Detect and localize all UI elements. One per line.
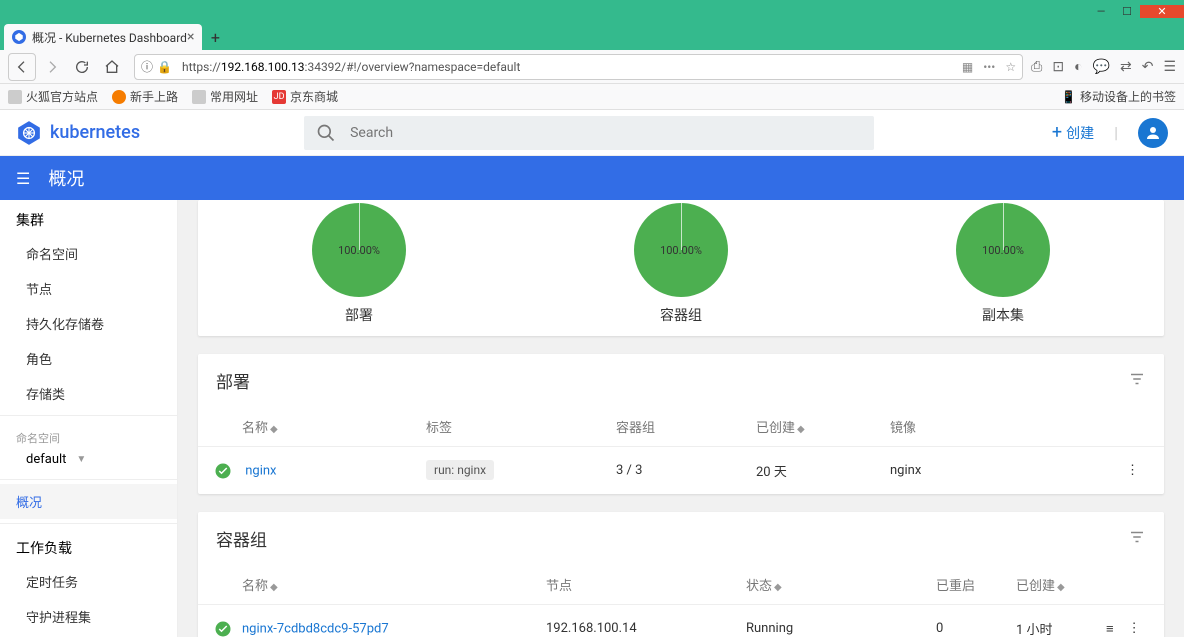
pods-card: 容器组 名称◆ 节点 状态◆ 已重启 已创建◆ nginx-7cdbd8cdc9… — [198, 512, 1164, 637]
tab-title: 概况 - Kubernetes Dashboard — [32, 29, 187, 46]
pie-pods: 100.00% 容器组 — [634, 203, 728, 325]
pie-deployments: 100.00% 部署 — [312, 203, 406, 325]
mobile-bookmarks[interactable]: 📱移动设备上的书签 — [1061, 88, 1176, 105]
status-charts: 100.00% 部署 100.00% 容器组 100.00% 副本集 — [198, 200, 1164, 336]
plus-icon: + — [1052, 122, 1062, 143]
brand-text: kubernetes — [50, 122, 140, 143]
browser-right-buttons: ⎙ ⊡ ◐ 💬 ⇄ ↶ ☰ — [1031, 58, 1176, 75]
bookmarks-bar: 火狐官方站点 新手上路 常用网址 JD京东商城 📱移动设备上的书签 — [0, 84, 1184, 110]
create-button[interactable]: + 创建 — [1052, 122, 1094, 143]
status-ok-icon — [214, 620, 232, 637]
browser-navbar: ⓘ 🔒 https://192.168.100.13:34392/#!/over… — [0, 50, 1184, 84]
sidebar-item-cronjobs[interactable]: 定时任务 — [0, 564, 177, 599]
pie-replicasets: 100.00% 副本集 — [956, 203, 1050, 325]
sidebar-item-nodes[interactable]: 节点 — [0, 271, 177, 306]
bookmark-item[interactable]: 常用网址 — [192, 88, 258, 105]
link-icon[interactable]: ⇄ — [1120, 59, 1132, 75]
bookmark-star-icon[interactable]: ☆ — [1005, 60, 1016, 74]
divider: | — [1114, 123, 1118, 142]
chevron-down-icon: ▼ — [76, 454, 86, 465]
filter-icon[interactable] — [1128, 370, 1146, 392]
app-header: kubernetes + 创建 | — [0, 110, 1184, 156]
new-tab-button[interactable]: + — [202, 24, 228, 50]
url-bar[interactable]: ⓘ 🔒 https://192.168.100.13:34392/#!/over… — [134, 54, 1023, 80]
sidebar-section-cluster[interactable]: 集群 — [0, 200, 177, 236]
info-icon: ⓘ — [141, 58, 153, 75]
back-button[interactable] — [8, 53, 36, 81]
card-title: 容器组 — [216, 526, 267, 551]
sidebar-item-storageclass[interactable]: 存储类 — [0, 376, 177, 411]
filter-icon[interactable] — [1128, 528, 1146, 550]
kubernetes-wheel-icon — [16, 120, 42, 146]
sidebar-ns-label: 命名空间 — [0, 420, 177, 448]
logs-icon[interactable]: ≡ — [1106, 621, 1114, 637]
search-input[interactable] — [350, 125, 862, 141]
status-ok-icon — [214, 462, 232, 480]
sidebar-item-pv[interactable]: 持久化存储卷 — [0, 306, 177, 341]
deployment-link[interactable]: nginx — [245, 463, 276, 478]
person-icon — [1144, 124, 1162, 142]
library-icon[interactable]: ⎙ — [1031, 59, 1042, 75]
namespace-selector[interactable]: default ▼ — [0, 448, 177, 475]
browser-tabs: 概况 - Kubernetes Dashboard × + — [0, 22, 1184, 50]
chat-icon[interactable]: 💬 — [1093, 59, 1110, 75]
card-title: 部署 — [216, 368, 250, 393]
more-icon[interactable]: ••• — [983, 60, 995, 74]
account-avatar[interactable] — [1138, 118, 1168, 148]
pod-link[interactable]: nginx-7cdbd8cdc9-57pd7 — [242, 621, 389, 636]
bookmark-item[interactable]: 新手上路 — [112, 88, 178, 105]
kubernetes-logo[interactable]: kubernetes — [16, 120, 140, 146]
minimize-button[interactable]: — — [1088, 5, 1114, 18]
search-icon — [316, 123, 336, 143]
sidebar-item-daemonsets[interactable]: 守护进程集 — [0, 599, 177, 634]
pods-table: 名称◆ 节点 状态◆ 已重启 已创建◆ nginx-7cdbd8cdc9-57p… — [198, 565, 1164, 637]
sidebar-item-roles[interactable]: 角色 — [0, 341, 177, 376]
deployments-table: 名称◆ 标签 容器组 已创建◆ 镜像 nginx run: nginx 3 / … — [198, 407, 1164, 494]
shield-icon[interactable]: ◐ — [1074, 58, 1082, 75]
sidebar-item-namespaces[interactable]: 命名空间 — [0, 236, 177, 271]
deployments-card: 部署 名称◆ 标签 容器组 已创建◆ 镜像 nginx — [198, 354, 1164, 494]
sidebar: 集群 命名空间 节点 持久化存储卷 角色 存储类 命名空间 default ▼ … — [0, 200, 178, 637]
menu-icon[interactable]: ☰ — [1163, 59, 1176, 75]
table-row[interactable]: nginx-7cdbd8cdc9-57pd7 192.168.100.14 Ru… — [198, 605, 1164, 637]
tab-close-icon[interactable]: × — [187, 29, 194, 45]
table-row[interactable]: nginx run: nginx 3 / 3 20 天 nginx ⋮ — [198, 447, 1164, 495]
bookmark-item[interactable]: JD京东商城 — [272, 88, 338, 105]
sidebar-item-overview[interactable]: 概况 — [0, 484, 177, 519]
reload-button[interactable] — [68, 53, 96, 81]
search-box[interactable] — [304, 116, 874, 150]
content-area: 100.00% 部署 100.00% 容器组 100.00% 副本集 部署 — [178, 200, 1184, 637]
undo-icon[interactable]: ↶ — [1142, 59, 1154, 75]
page-title: 概况 — [48, 165, 84, 191]
close-button[interactable]: ✕ — [1140, 5, 1184, 18]
url-text: https://192.168.100.13:34392/#!/overview… — [182, 60, 520, 74]
page-toolbar: ☰ 概况 — [0, 156, 1184, 200]
hamburger-icon[interactable]: ☰ — [16, 169, 30, 188]
account-icon[interactable]: ⊡ — [1052, 59, 1064, 75]
lock-warning-icon: 🔒 — [157, 60, 172, 74]
maximize-button[interactable]: ☐ — [1114, 5, 1140, 18]
forward-button[interactable] — [38, 53, 66, 81]
row-menu-icon[interactable]: ⋮ — [1126, 463, 1139, 478]
sidebar-section-workloads[interactable]: 工作负载 — [0, 528, 177, 564]
label-chip: run: nginx — [426, 460, 494, 480]
row-menu-icon[interactable]: ⋮ — [1128, 621, 1141, 636]
bookmark-item[interactable]: 火狐官方站点 — [8, 88, 98, 105]
window-titlebar: — ☐ ✕ — [0, 0, 1184, 22]
tab-favicon — [12, 30, 26, 44]
browser-tab[interactable]: 概况 - Kubernetes Dashboard × — [4, 24, 202, 50]
qr-icon[interactable]: ▦ — [962, 60, 973, 74]
home-button[interactable] — [98, 53, 126, 81]
